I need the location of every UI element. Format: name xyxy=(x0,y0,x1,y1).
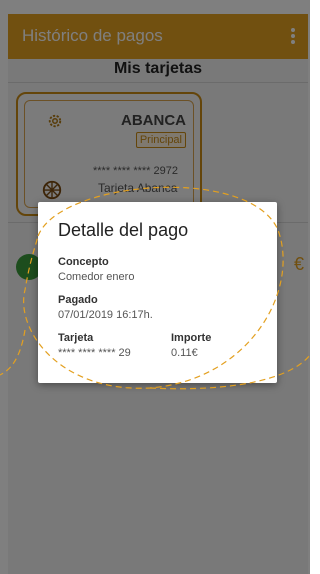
paid-label: Pagado xyxy=(58,294,98,306)
concept-value: Comedor enero xyxy=(58,271,135,283)
concept-label: Concepto xyxy=(58,256,109,268)
dialog-title: Detalle del pago xyxy=(58,220,189,240)
card-label: Tarjeta xyxy=(58,332,94,344)
payment-detail-dialog: Detalle del pago Concepto Comedor enero … xyxy=(38,202,277,383)
amount-label: Importe xyxy=(171,332,212,344)
amount-value: 0.11€ xyxy=(171,347,198,359)
paid-value: 07/01/2019 16:17h. xyxy=(58,309,153,321)
card-value: **** **** **** 29 xyxy=(58,347,131,359)
